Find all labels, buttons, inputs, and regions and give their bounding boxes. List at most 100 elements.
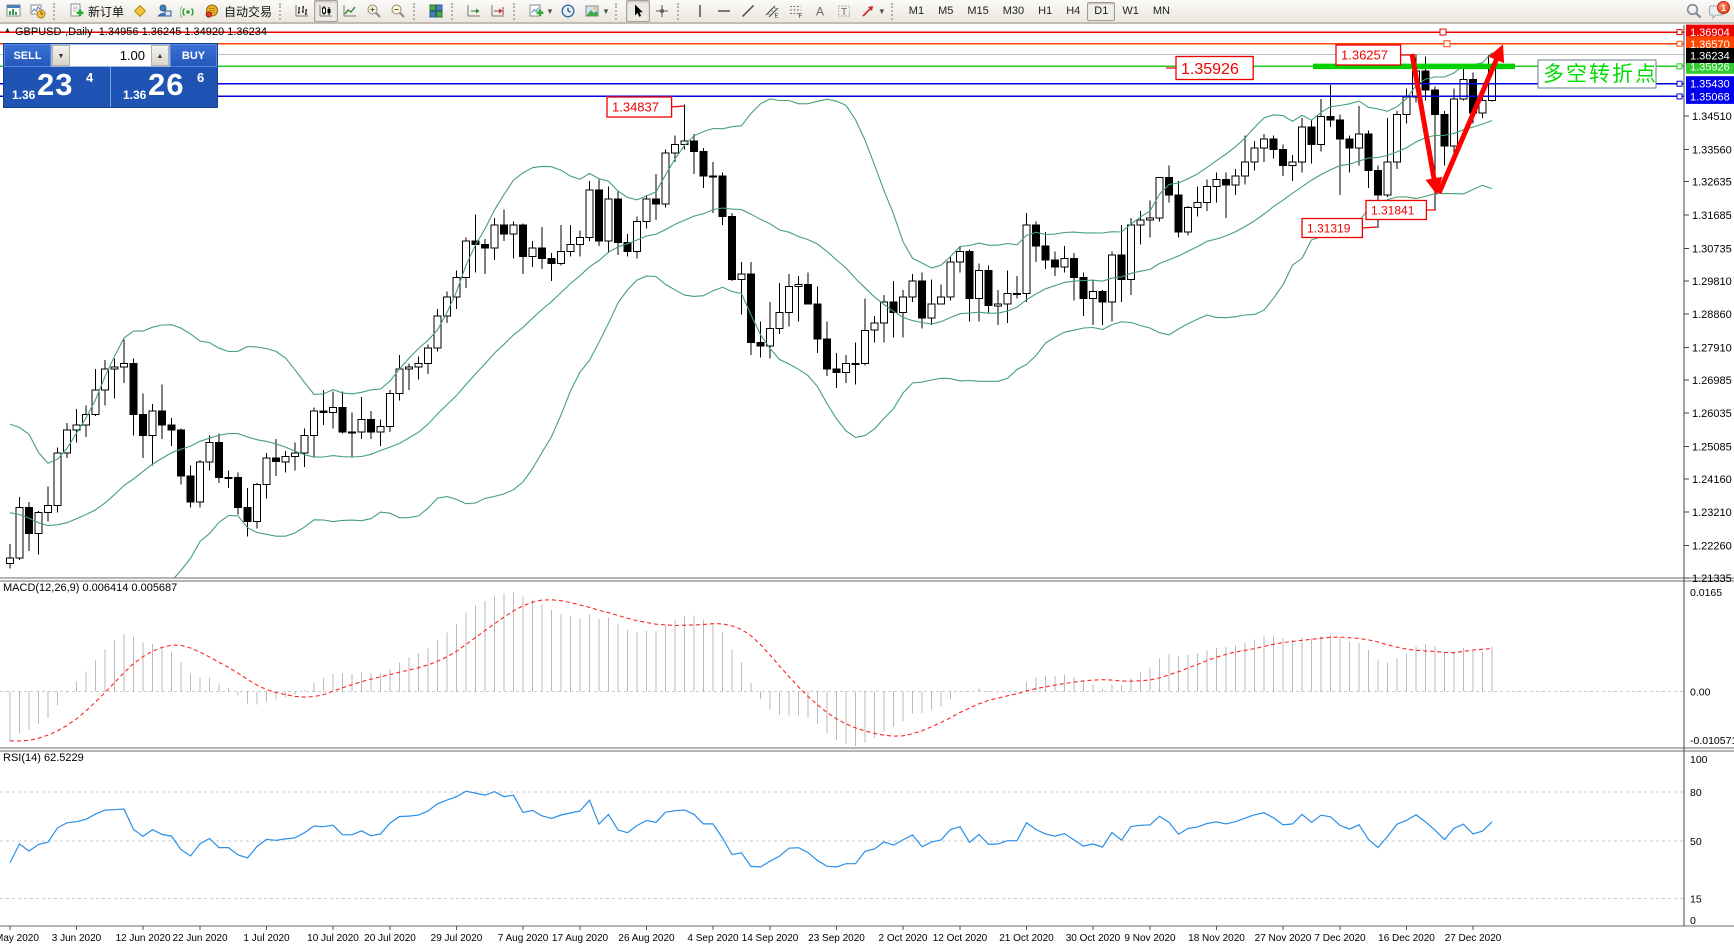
autotrade-label[interactable]: 自动交易 [224, 3, 272, 20]
timeframe-button-M1[interactable]: M1 [902, 2, 931, 21]
candle-body [976, 271, 983, 299]
candle-body [406, 367, 413, 369]
timeframe-button-D1[interactable]: D1 [1087, 2, 1115, 21]
timeframe-button-M5[interactable]: M5 [931, 2, 960, 21]
buy-price[interactable]: 1.36 26 6 [111, 67, 217, 107]
date-axis-label[interactable]: 27 Nov 2020 [1255, 933, 1312, 944]
candle-body [643, 199, 650, 222]
chart-window-icon[interactable] [2, 0, 26, 22]
volume-value[interactable]: 1.00 [70, 45, 151, 66]
date-axis-label[interactable]: 16 Dec 2020 [1378, 933, 1435, 944]
date-axis-label[interactable]: 25 May 2020 [0, 933, 39, 944]
date-axis-label[interactable]: 18 Nov 2020 [1188, 933, 1245, 944]
trendline-icon[interactable] [736, 0, 760, 22]
line-chart-icon[interactable] [338, 0, 362, 22]
signal-icon[interactable] [176, 0, 200, 22]
date-axis-label[interactable]: 9 Nov 2020 [1124, 933, 1176, 944]
macd-axis-max: 0.0165 [1690, 587, 1722, 599]
timeframe-button-W1[interactable]: W1 [1115, 2, 1146, 21]
price-annotation-text[interactable]: 1.31841 [1371, 203, 1415, 217]
date-axis-label[interactable]: 14 Sep 2020 [742, 933, 799, 944]
price-axis-tick: 1.33560 [1692, 144, 1732, 156]
candle-chart-icon[interactable] [314, 0, 338, 22]
candle-body [1403, 97, 1410, 115]
cn-label-text[interactable]: 多空转折点 [1543, 63, 1658, 86]
tick-chart-icon[interactable] [26, 0, 50, 22]
chevron-down-icon[interactable]: ▼ [878, 7, 886, 16]
price-annotation-text[interactable]: 1.35926 [1181, 61, 1239, 78]
date-axis-label[interactable]: 10 Jul 2020 [307, 933, 359, 944]
new-order-icon[interactable] [64, 0, 88, 22]
shift-end-icon[interactable] [462, 0, 486, 22]
chart-canvas[interactable]: 1.35926 1.36257 1.34837 1.31319 1.31841 多空转折点… [0, 0, 1734, 950]
price-annotation-text[interactable]: 1.31319 [1307, 221, 1351, 235]
chevron-down-icon[interactable]: ▼ [546, 7, 554, 16]
expert-icon[interactable] [152, 0, 176, 22]
price-annotation-text[interactable]: 1.34837 [612, 100, 659, 115]
zoom-in-icon[interactable] [362, 0, 386, 22]
date-axis-label[interactable]: 21 Oct 2020 [999, 933, 1054, 944]
buy-button[interactable]: BUY [170, 44, 217, 67]
timeframe-button-H4[interactable]: H4 [1059, 2, 1087, 21]
candle-body [358, 420, 365, 432]
price-annotation-text[interactable]: 1.36257 [1341, 48, 1388, 63]
date-axis-label[interactable]: 12 Jun 2020 [115, 933, 170, 944]
date-axis-label[interactable]: 20 Jul 2020 [364, 933, 416, 944]
date-axis-label[interactable]: 1 Jul 2020 [243, 933, 290, 944]
vertical-line-icon[interactable] [688, 0, 712, 22]
cn-annotation: 多空转折点 [1538, 60, 1658, 88]
volume-down-button[interactable]: ▼ [52, 45, 70, 66]
horizontal-line-icon[interactable] [712, 0, 736, 22]
auto-scroll-icon[interactable] [486, 0, 510, 22]
candle-body [1280, 150, 1287, 166]
date-axis-label[interactable]: 23 Sep 2020 [808, 933, 865, 944]
date-axis-label[interactable]: 3 Jun 2020 [52, 933, 102, 944]
text-label-icon[interactable]: T [832, 0, 856, 22]
candle-body [919, 281, 926, 318]
date-axis-label[interactable]: 2 Oct 2020 [879, 933, 928, 944]
cursor-icon[interactable] [626, 0, 650, 22]
notifications-icon[interactable]: 1 [1706, 1, 1728, 21]
search-icon[interactable] [1682, 0, 1706, 22]
chevron-down-icon[interactable]: ▼ [602, 7, 610, 16]
date-axis-label[interactable]: 30 Oct 2020 [1066, 933, 1121, 944]
autotrade-icon[interactable] [200, 0, 224, 22]
timeframe-button-M15[interactable]: M15 [960, 2, 995, 21]
new-chart-icon[interactable] [524, 0, 548, 22]
volume-up-button[interactable]: ▲ [151, 45, 169, 66]
timeframe-button-MN[interactable]: MN [1146, 2, 1177, 21]
fibonacci-icon[interactable]: F [784, 0, 808, 22]
metaeditor-icon[interactable] [128, 0, 152, 22]
tile-windows-icon[interactable] [424, 0, 448, 22]
candles-layer [7, 55, 1496, 569]
candle-body [1289, 162, 1296, 166]
svg-text:F: F [798, 14, 802, 19]
date-axis-label[interactable]: 4 Sep 2020 [687, 933, 739, 944]
timeframe-button-M30[interactable]: M30 [996, 2, 1031, 21]
text-icon[interactable]: A [808, 0, 832, 22]
date-axis-label[interactable]: 29 Jul 2020 [431, 933, 483, 944]
zoom-out-icon[interactable] [386, 0, 410, 22]
timeframe-button-H1[interactable]: H1 [1031, 2, 1059, 21]
date-axis-label[interactable]: 7 Aug 2020 [498, 933, 549, 944]
sell-button[interactable]: SELL [4, 44, 51, 67]
date-axis-label[interactable]: 7 Dec 2020 [1314, 933, 1366, 944]
date-axis-label[interactable]: 12 Oct 2020 [933, 933, 988, 944]
svg-text:E: E [774, 14, 778, 20]
line-handle [1440, 29, 1446, 35]
date-axis-label[interactable]: 22 Jun 2020 [172, 933, 227, 944]
one-click-collapse-icon[interactable]: ▲ [4, 27, 11, 34]
clock-icon[interactable] [556, 0, 580, 22]
date-axis-label[interactable]: 17 Aug 2020 [552, 933, 609, 944]
bar-chart-icon[interactable] [290, 0, 314, 22]
date-axis-label[interactable]: 27 Dec 2020 [1445, 933, 1502, 944]
channel-icon[interactable]: E [760, 0, 784, 22]
candle-body [1375, 171, 1382, 196]
new-order-label[interactable]: 新订单 [88, 3, 124, 20]
date-axis-label[interactable]: 26 Aug 2020 [618, 933, 675, 944]
crosshair-icon[interactable] [650, 0, 674, 22]
arrows-icon[interactable] [856, 0, 880, 22]
line-handle [1677, 41, 1682, 46]
sell-price[interactable]: 1.36 23 4 [4, 67, 111, 107]
template-icon[interactable] [580, 0, 604, 22]
